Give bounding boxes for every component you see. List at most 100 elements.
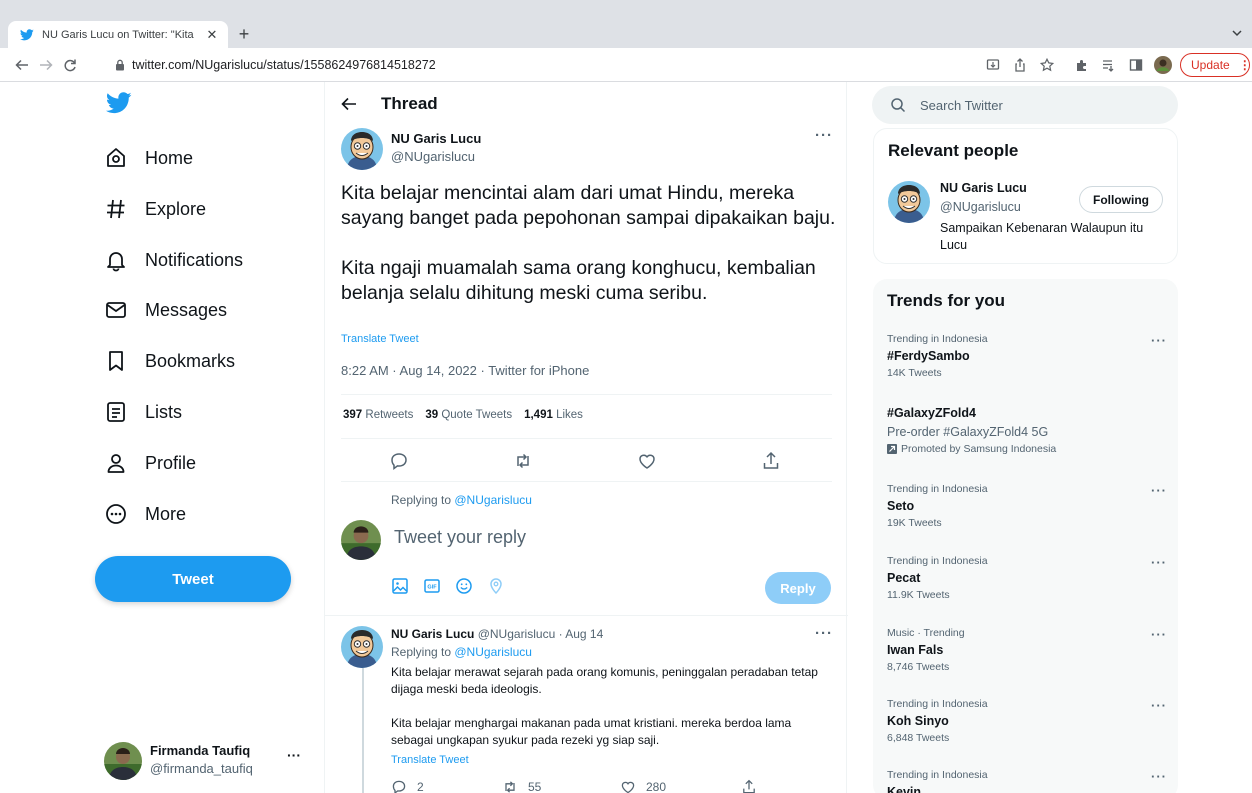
- relevant-avatar[interactable]: [888, 181, 930, 223]
- update-button[interactable]: Update ⋮: [1180, 53, 1251, 77]
- author-name[interactable]: NU Garis Lucu: [391, 131, 481, 146]
- hashtag-icon: [104, 197, 128, 221]
- trend-item[interactable]: Trending in Indonesia Pecat 11.9K Tweets…: [887, 555, 1167, 601]
- like-icon[interactable]: [637, 451, 659, 473]
- reload-icon[interactable]: [60, 55, 80, 75]
- new-tab-icon[interactable]: +: [234, 24, 254, 45]
- sidebar-item-profile[interactable]: Profile: [104, 445, 196, 481]
- back-arrow-icon[interactable]: [341, 96, 357, 112]
- card-title: Trends for you: [887, 291, 1006, 310]
- like-action[interactable]: 280: [620, 779, 666, 793]
- relevant-handle[interactable]: @NUgarislucu: [940, 200, 1021, 214]
- more-dots-icon[interactable]: ···: [1151, 698, 1167, 713]
- tweet-timestamp[interactable]: 8:22 AM · Aug 14, 2022 · Twitter for iPh…: [341, 363, 589, 378]
- side-panel-icon[interactable]: [1127, 56, 1145, 74]
- retweet-action[interactable]: 55: [502, 779, 541, 793]
- trend-item[interactable]: Trending in Indonesia Seto 19K Tweets ··…: [887, 483, 1167, 529]
- person-icon: [104, 451, 128, 475]
- sidebar-item-messages[interactable]: Messages: [104, 292, 227, 328]
- forward-arrow-icon[interactable]: [36, 55, 56, 75]
- quotes-stat[interactable]: 39 Quote Tweets: [425, 409, 512, 421]
- extensions-puzzle-icon[interactable]: [1073, 56, 1091, 74]
- retweet-icon[interactable]: [513, 451, 535, 473]
- sidebar-item-home[interactable]: Home: [104, 140, 193, 176]
- bookmark-star-icon[interactable]: [1038, 56, 1056, 74]
- search-input[interactable]: Search Twitter: [872, 86, 1178, 124]
- trend-item[interactable]: #GalaxyZFold4 Pre-order #GalaxyZFold4 5G…: [887, 406, 1167, 455]
- sidebar-item-explore[interactable]: Explore: [104, 191, 206, 227]
- replying-handle-link[interactable]: @NUgarislucu: [454, 493, 532, 507]
- page-title: Thread: [381, 94, 438, 113]
- sidebar-item-lists[interactable]: Lists: [104, 394, 182, 430]
- more-dots-icon[interactable]: ···: [1151, 333, 1167, 348]
- reply-icon[interactable]: [389, 451, 411, 473]
- replying-handle-link[interactable]: @NUgarislucu: [454, 645, 532, 659]
- reply-handle-date[interactable]: @NUgarislucu · Aug 14: [478, 627, 604, 641]
- sidebar-item-notifications[interactable]: Notifications: [104, 242, 243, 278]
- account-name: Firmanda Taufiq: [150, 743, 251, 758]
- reply-count: 2: [417, 780, 424, 793]
- divider: [341, 394, 832, 395]
- reply-author-name[interactable]: NU Garis Lucu: [391, 627, 474, 641]
- translate-link[interactable]: Translate Tweet: [341, 333, 419, 345]
- avatar: [104, 742, 142, 780]
- reply-button[interactable]: Reply: [765, 572, 831, 604]
- account-switcher[interactable]: Firmanda Taufiq @firmanda_taufiq ···: [104, 740, 304, 780]
- reply-input[interactable]: Tweet your reply: [394, 527, 526, 548]
- tab-close-icon[interactable]: ✕: [204, 27, 220, 43]
- reply-action[interactable]: 2: [391, 779, 424, 793]
- twitter-logo-icon[interactable]: [106, 92, 132, 118]
- sidebar-item-label: More: [145, 503, 187, 524]
- following-button[interactable]: Following: [1079, 186, 1163, 213]
- tab-title: NU Garis Lucu on Twitter: "Kita: [42, 28, 194, 41]
- trend-name: #GalaxyZFold4: [887, 406, 976, 420]
- more-dots-icon[interactable]: ···: [815, 625, 833, 642]
- image-icon[interactable]: [391, 577, 409, 595]
- compose-toolbar: GIF: [391, 577, 505, 595]
- relevant-name[interactable]: NU Garis Lucu: [940, 181, 1027, 195]
- location-icon[interactable]: [487, 577, 505, 595]
- tweet-paragraph: Kita ngaji muamalah sama orang konghucu,…: [341, 257, 816, 304]
- tweet-button[interactable]: Tweet: [95, 556, 291, 602]
- author-avatar[interactable]: [341, 128, 383, 170]
- share-icon[interactable]: [761, 451, 783, 473]
- install-app-icon[interactable]: [984, 56, 1002, 74]
- share-action[interactable]: [741, 779, 757, 793]
- replying-prefix: Replying to: [391, 645, 455, 659]
- emoji-icon[interactable]: [455, 577, 473, 595]
- reading-list-icon[interactable]: [1100, 56, 1118, 74]
- retweets-stat[interactable]: 397 Retweets: [343, 409, 413, 421]
- reply-tweet-header: NU Garis Lucu @NUgarislucu · Aug 14: [391, 627, 603, 641]
- sidebar-item-label: Bookmarks: [145, 350, 236, 371]
- svg-text:GIF: GIF: [427, 585, 437, 591]
- more-dots-icon[interactable]: ···: [815, 127, 833, 144]
- tab-search-chevron-icon[interactable]: [1230, 26, 1244, 40]
- relevant-bio: Sampaikan Kebenaran Walaupun itu Lucu: [940, 221, 1144, 252]
- trend-context: Trending in Indonesia: [887, 555, 988, 567]
- reply-author-avatar[interactable]: [341, 626, 383, 668]
- more-dots-icon[interactable]: ···: [1151, 769, 1167, 784]
- address-bar[interactable]: twitter.com/NUgarislucu/status/155862497…: [90, 52, 970, 78]
- sidebar-item-bookmarks[interactable]: Bookmarks: [104, 343, 235, 379]
- gif-icon[interactable]: GIF: [423, 577, 441, 595]
- tweet-paragraph: Kita belajar menghargai makanan pada uma…: [391, 716, 792, 747]
- more-dots-icon[interactable]: ···: [1151, 555, 1167, 570]
- back-arrow-icon[interactable]: [12, 55, 32, 75]
- like-count: 280: [646, 780, 667, 793]
- likes-stat[interactable]: 1,491 Likes: [524, 409, 583, 421]
- more-dots-icon[interactable]: ···: [1151, 627, 1167, 642]
- author-handle[interactable]: @NUgarislucu: [391, 149, 475, 164]
- profile-avatar-icon[interactable]: [1154, 56, 1172, 74]
- reply-icon: [392, 780, 406, 793]
- reply-tweet-text: Kita belajar merawat sejarah pada orang …: [391, 664, 836, 749]
- more-dots-icon[interactable]: ···: [1151, 483, 1167, 498]
- sidebar-item-more[interactable]: More: [104, 496, 186, 532]
- browser-tab[interactable]: NU Garis Lucu on Twitter: "Kita ✕: [8, 21, 228, 48]
- trend-item[interactable]: Trending in Indonesia #FerdySambo 14K Tw…: [887, 333, 1167, 379]
- trend-item[interactable]: Trending in Indonesia Koh Sinyo 6,848 Tw…: [887, 698, 1167, 744]
- trend-item[interactable]: Trending in Indonesia Kevin ···: [887, 769, 1167, 793]
- thread-column: Thread NU Garis Lucu @NUgarislucu ··· Ki…: [324, 82, 848, 793]
- trend-item[interactable]: Music · Trending Iwan Fals 8,746 Tweets …: [887, 627, 1167, 673]
- share-icon[interactable]: [1011, 56, 1029, 74]
- translate-link[interactable]: Translate Tweet: [391, 754, 469, 766]
